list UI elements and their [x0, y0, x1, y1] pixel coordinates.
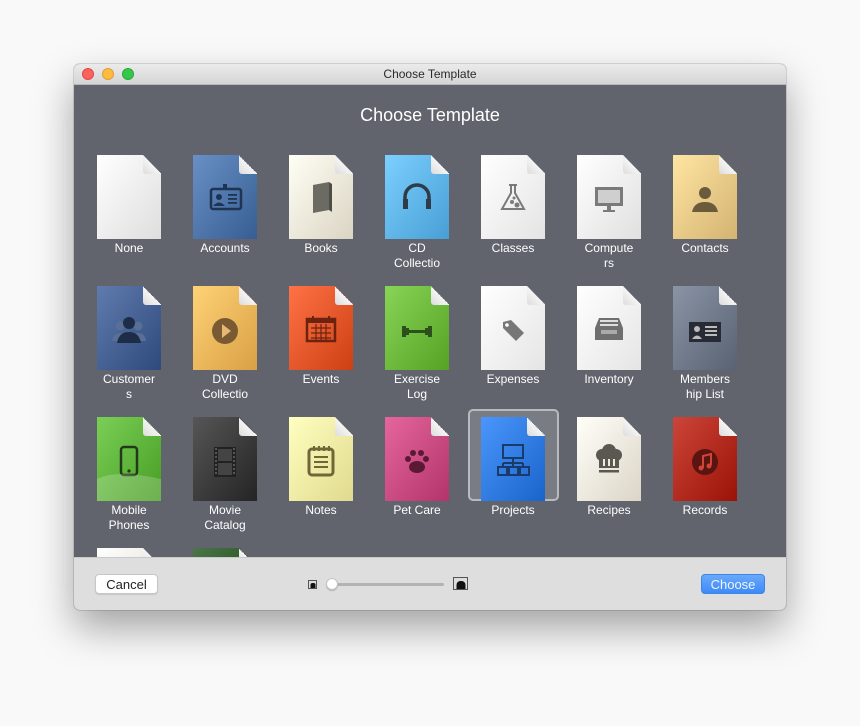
small-icon-size-icon[interactable] — [308, 580, 317, 589]
template-item[interactable]: CD Collectio — [369, 153, 465, 273]
template-item[interactable]: DVD Collectio — [177, 284, 273, 404]
page-fold-icon — [623, 155, 641, 174]
window-title: Choose Template — [383, 67, 477, 81]
page-fold-icon — [239, 548, 257, 557]
page-fold-icon — [335, 155, 353, 174]
template-item[interactable]: Expenses — [465, 284, 561, 404]
template-label: Records — [682, 503, 728, 517]
template-label: Notes — [305, 503, 337, 517]
cancel-button[interactable]: Cancel — [95, 574, 158, 594]
page-fold-icon — [335, 417, 353, 436]
template-item[interactable]: Inventory — [561, 284, 657, 404]
template-item[interactable]: Records — [657, 415, 753, 535]
template-item[interactable]: None — [81, 153, 177, 273]
window-controls — [82, 68, 134, 80]
template-item[interactable]: Projects — [465, 409, 561, 535]
template-label: Mobile Phones — [108, 503, 150, 532]
template-item[interactable]: Classes — [465, 153, 561, 273]
page-fold-icon — [623, 286, 641, 305]
page-fold-icon — [719, 286, 737, 305]
page-fold-icon — [431, 417, 449, 436]
template-item[interactable] — [81, 546, 177, 557]
page-fold-icon — [719, 417, 737, 436]
template-browser: Choose Template None Accounts Books CD Coll… — [74, 85, 786, 557]
choose-button[interactable]: Choose — [701, 574, 765, 594]
page-fold-icon — [143, 417, 161, 436]
template-label: CD Collectio — [393, 241, 441, 270]
template-item[interactable]: Events — [273, 284, 369, 404]
page-fold-icon — [527, 417, 545, 436]
template-label: Classes — [491, 241, 535, 255]
template-label: None — [114, 241, 144, 255]
template-label: Books — [304, 241, 338, 255]
page-fold-icon — [431, 286, 449, 305]
template-item[interactable] — [177, 546, 273, 557]
page-fold-icon — [239, 286, 257, 305]
template-item[interactable]: Movie Catalog — [177, 415, 273, 535]
large-icon-size-icon[interactable] — [453, 577, 468, 590]
template-item[interactable]: Customer s — [81, 284, 177, 404]
template-item[interactable]: Recipes — [561, 415, 657, 535]
icon-size-slider-track[interactable] — [330, 583, 444, 586]
template-label: Projects — [491, 503, 535, 517]
template-label: Members hip List — [679, 372, 730, 401]
template-item[interactable]: Exercise Log — [369, 284, 465, 404]
template-item[interactable]: Accounts — [177, 153, 273, 273]
template-item[interactable]: Compute rs — [561, 153, 657, 273]
page-fold-icon — [623, 417, 641, 436]
page-fold-icon — [431, 155, 449, 174]
template-label: Events — [302, 372, 340, 386]
page-fold-icon — [143, 548, 161, 557]
page-fold-icon — [239, 155, 257, 174]
template-item[interactable]: Members hip List — [657, 284, 753, 404]
template-label: Recipes — [587, 503, 631, 517]
page-fold-icon — [719, 155, 737, 174]
page-fold-icon — [527, 286, 545, 305]
close-window-button[interactable] — [82, 68, 94, 80]
template-item[interactable]: Books — [273, 153, 369, 273]
template-item[interactable]: Notes — [273, 415, 369, 535]
template-label: Inventory — [584, 372, 634, 386]
template-label: Compute rs — [584, 241, 634, 270]
page-fold-icon — [143, 155, 161, 174]
template-label: Accounts — [200, 241, 250, 255]
page-fold-icon — [527, 155, 545, 174]
template-item[interactable]: Mobile Phones — [81, 415, 177, 535]
page-fold-icon — [143, 286, 161, 305]
template-label: Pet Care — [393, 503, 441, 517]
template-item[interactable]: Pet Care — [369, 415, 465, 535]
page-title: Choose Template — [360, 105, 500, 125]
choose-template-window: Choose Template Choose Template None Acco… — [74, 64, 786, 610]
icon-size-slider-thumb[interactable] — [326, 578, 338, 590]
page-fold-icon — [239, 417, 257, 436]
template-label: Customer s — [102, 372, 155, 401]
template-label: Expenses — [486, 372, 540, 386]
template-label: Exercise Log — [393, 372, 440, 401]
title-bar[interactable]: Choose Template — [74, 64, 786, 85]
template-item[interactable]: Contacts — [657, 153, 753, 273]
zoom-window-button[interactable] — [122, 68, 134, 80]
minimize-window-button[interactable] — [102, 68, 114, 80]
template-label: DVD Collectio — [201, 372, 249, 401]
page-fold-icon — [335, 286, 353, 305]
template-label: Movie Catalog — [204, 503, 246, 532]
footer-bar: Cancel Choose — [74, 557, 786, 610]
template-label: Contacts — [681, 241, 729, 255]
